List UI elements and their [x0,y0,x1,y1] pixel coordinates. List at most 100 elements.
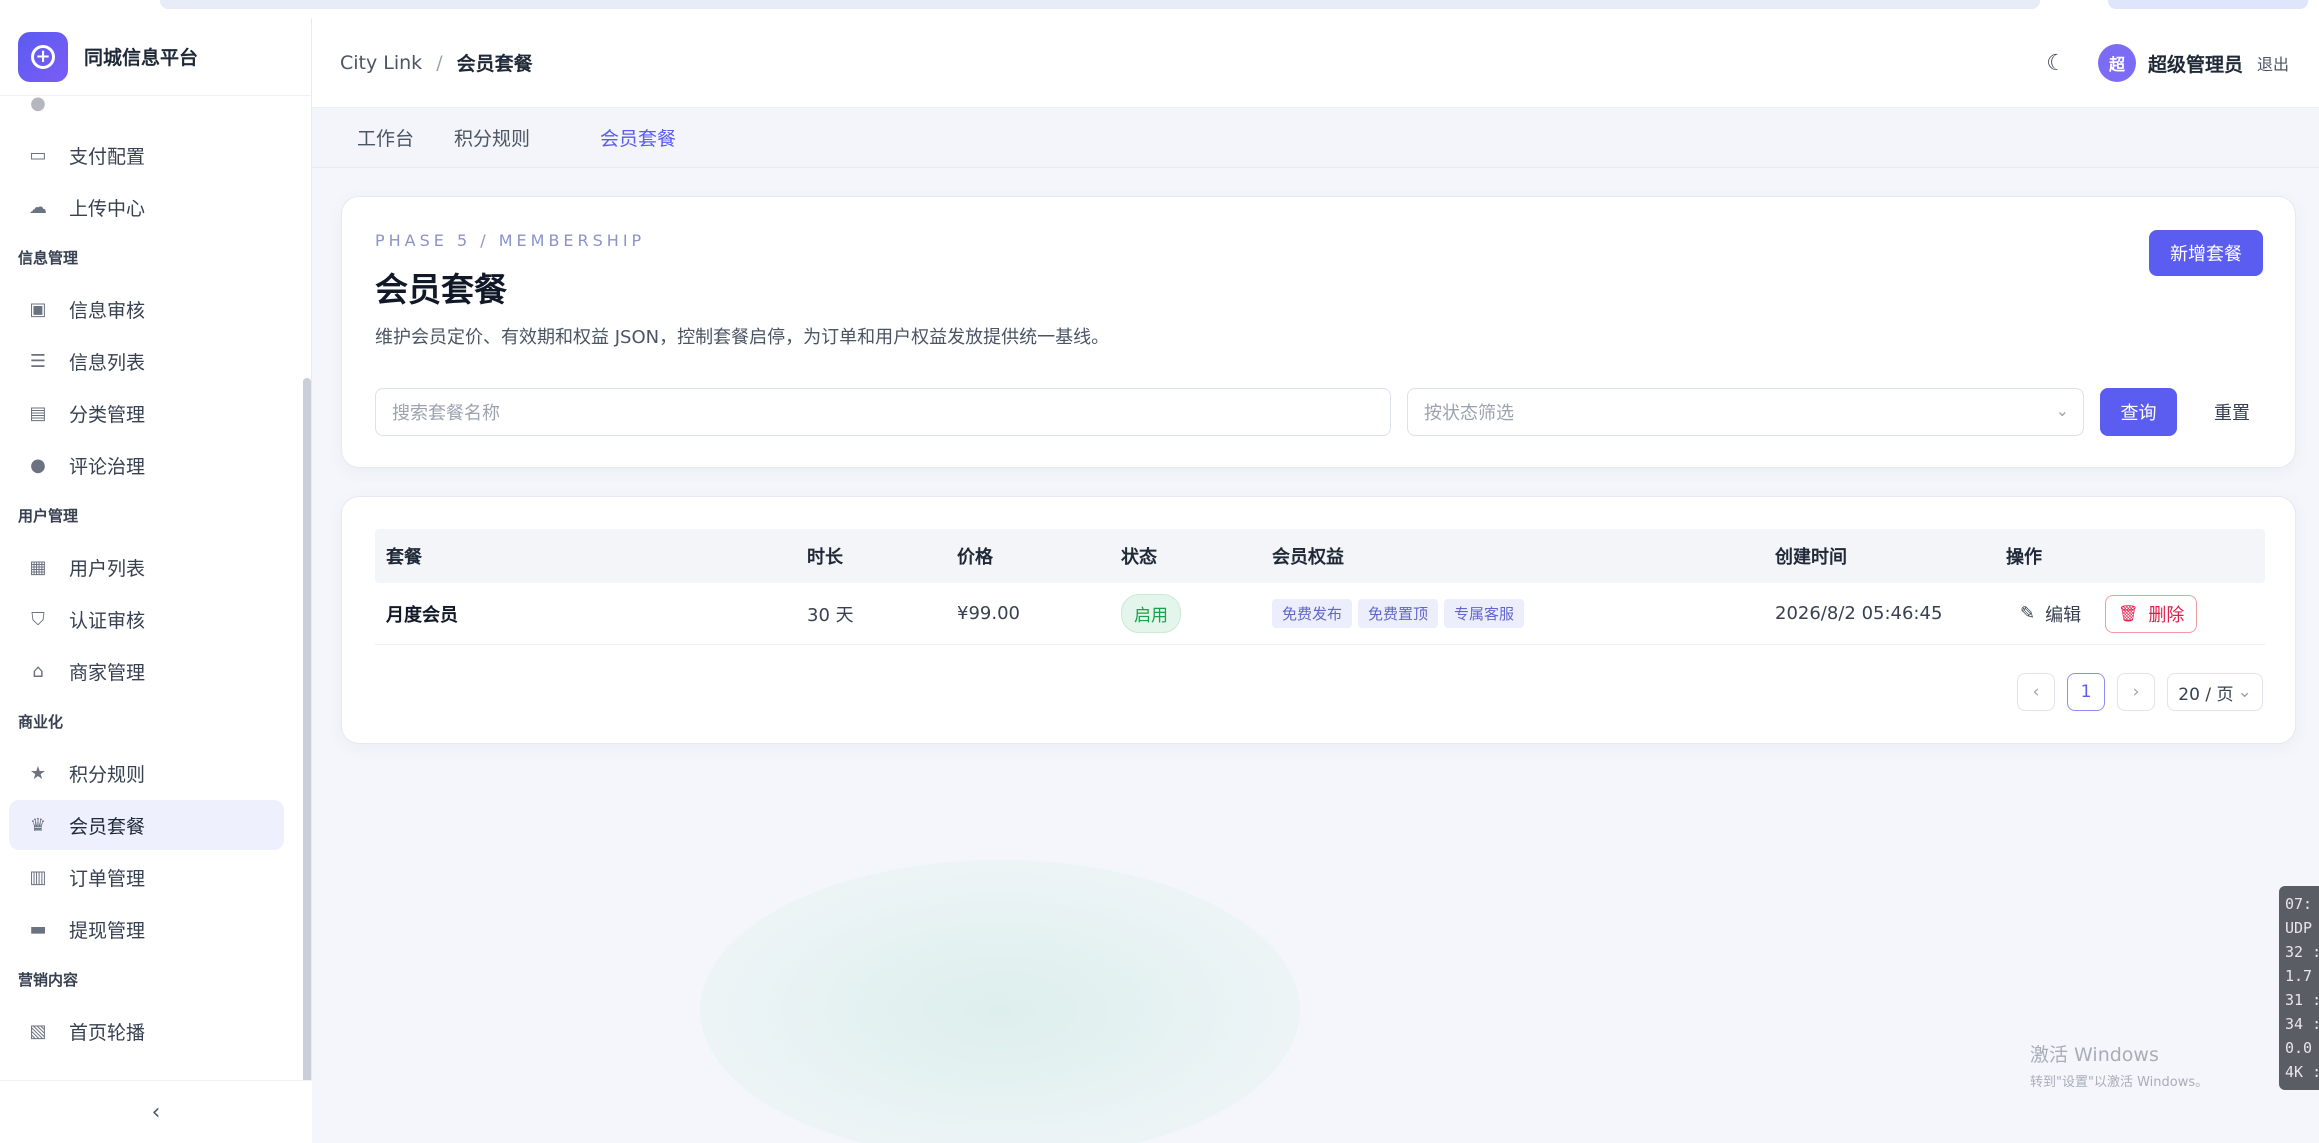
next-page-button[interactable]: › [2117,673,2155,711]
document-icon: ▥ [29,866,47,888]
chat-icon: ● [30,454,46,476]
sidebar-item-user-list[interactable]: ▦ 用户列表 [9,542,284,592]
watermark-line2: 转到"设置"以激活 Windows。 [2030,1075,2209,1090]
overlay-line: 07: [2285,895,2313,913]
sidebar-item-payment-config[interactable]: ▭ 支付配置 [9,130,284,180]
trash-icon: 🗑 [2118,604,2139,623]
add-plan-button[interactable]: 新增套餐 [2149,230,2263,276]
search-placeholder: 搜索套餐名称 [392,403,500,424]
clipboard-icon: ▣ [29,298,47,320]
sidebar-menu: ● ▭ 支付配置 ☁ 上传中心 信息管理 ▣ 信息审核 ☰ 信息列表 ▤ 分类管… [0,96,300,1062]
status-badge: 启用 [1121,594,1181,633]
column-header: 创建时间 [1775,547,1847,568]
chevron-down-icon: ⌄ [2055,401,2069,420]
sidebar-item-label: 用户列表 [69,557,146,580]
logout-button[interactable]: 退出 [2257,51,2289,75]
sidebar-item-merchants[interactable]: ⌂ 商家管理 [9,646,284,696]
top-strip-bar-right [2108,0,2308,9]
brand-title: 同城信息平台 [84,47,199,69]
sidebar-scrollbar[interactable] [303,378,311,1098]
brand: + 同城信息平台 [0,18,311,96]
tab-workbench[interactable]: 工作台 [357,116,414,159]
sidebar-item-partial[interactable]: ● [9,96,284,128]
image-icon: ▧ [29,1020,47,1042]
wallet-icon: ▬ [29,918,47,940]
shield-icon: ⛉ [31,608,45,630]
sidebar-item-label: 积分规则 [69,763,146,786]
sidebar-item-points-rules[interactable]: ★ 积分规则 [9,748,284,798]
chevron-down-icon: ⌄ [2237,682,2252,702]
sidebar-item-label: 分类管理 [69,403,146,426]
sidebar-item-label: 评论治理 [69,455,146,478]
sidebar-item-label: 认证审核 [69,609,146,632]
list-check-icon: ☰ [29,350,47,372]
background-glow [700,860,1300,1143]
card-icon: ▭ [29,144,47,166]
chevron-left-icon: ‹ [151,1099,161,1125]
edit-button[interactable]: ✎ 编辑 [2020,601,2081,627]
query-button[interactable]: 查询 [2100,388,2177,436]
overlay-line: 32 : [2285,943,2319,961]
delete-button[interactable]: 🗑 删除 [2105,594,2198,633]
sidebar-item-label: 提现管理 [69,919,146,942]
table-card: 套餐 时长 价格 状态 会员权益 创建时间 操作 月度会员 30 天 ¥99.0… [341,496,2296,744]
chevron-left-icon: ‹ [2032,682,2040,702]
status-filter-select[interactable]: 按状态筛选 ⌄ [1407,388,2084,436]
top-header: City Link / 会员套餐 ☾ 超 超级管理员 退出 [312,18,2319,108]
page-eyebrow: PHASE 5 / MEMBERSHIP [375,231,646,250]
sidebar-item-info-list[interactable]: ☰ 信息列表 [9,336,284,386]
menu-group-title: 营销内容 [18,971,79,989]
sidebar-item-info-review[interactable]: ▣ 信息审核 [9,284,284,334]
page-size-select[interactable]: 20 / 页 ⌄ [2167,673,2263,711]
moon-icon[interactable]: ☾ [2046,51,2066,76]
prev-page-button[interactable]: ‹ [2017,673,2055,711]
pencil-icon: ✎ [2020,603,2036,624]
delete-label: 删除 [2148,604,2185,626]
sidebar-item-membership[interactable]: ♛ 会员套餐 [9,800,284,850]
page-number-button[interactable]: 1 [2067,673,2105,711]
sidebar-item-category[interactable]: ▤ 分类管理 [9,388,284,438]
table-row: 月度会员 30 天 ¥99.00 启用 免费发布 免费置顶 专属客服 2026/… [375,583,2265,645]
column-header: 套餐 [386,547,422,568]
search-input[interactable]: 搜索套餐名称 [375,388,1391,436]
page-tabs: 工作台 积分规则 会员套餐 [312,108,2319,168]
sidebar-item-label: 首页轮播 [69,1021,146,1044]
breadcrumb-root[interactable]: City Link [340,52,422,74]
overlay-line: 0.0 [2285,1039,2313,1057]
crown-icon: ♛ [29,814,47,836]
windows-activation-watermark: 激活 Windows 转到"设置"以激活 Windows。 [2030,1040,2208,1090]
sidebar-item-label: 信息列表 [69,351,146,374]
browser-top-strip [0,0,2319,18]
watermark-line1: 激活 Windows [2030,1044,2159,1066]
column-header: 状态 [1121,547,1157,568]
menu-group-title: 信息管理 [18,249,79,267]
sidebar-item-verification[interactable]: ⛉ 认证审核 [9,594,284,644]
avatar[interactable]: 超 [2097,44,2136,82]
page-size-label: 20 / 页 [2178,684,2234,705]
reset-button[interactable]: 重置 [2197,388,2267,436]
column-header: 时长 [807,547,843,568]
sidebar-item-upload-center[interactable]: ☁ 上传中心 [9,182,284,232]
overlay-line: 31 : [2285,991,2319,1009]
tab-membership[interactable]: 会员套餐 [600,116,676,159]
sidebar-item-label: 上传中心 [69,197,146,220]
edit-label: 编辑 [2045,604,2082,626]
tab-points-rules[interactable]: 积分规则 [454,116,530,159]
sidebar-item-withdraw[interactable]: ▬ 提现管理 [9,904,284,954]
benefit-tags: 免费发布 免费置顶 专属客服 [1272,599,1775,628]
sidebar-item-banner[interactable]: ▧ 首页轮播 [9,1006,284,1056]
star-icon: ★ [29,762,47,784]
overlay-line: 4K : [2285,1063,2319,1081]
plans-table: 套餐 时长 价格 状态 会员权益 创建时间 操作 月度会员 30 天 ¥99.0… [375,529,2265,645]
id-card-icon: ▦ [29,556,47,578]
sidebar-item-comments[interactable]: ● 评论治理 [9,440,284,490]
menu-group-title: 商业化 [18,713,64,731]
menu-group-title: 用户管理 [18,507,79,525]
collapse-sidebar-button[interactable]: ‹ [0,1080,312,1143]
column-header: 价格 [957,547,993,568]
brand-logo-icon: + [18,31,68,82]
overlay-line: 1.7 [2285,967,2313,985]
created-time: 2026/8/2 05:46:45 [1775,603,1943,624]
top-strip-bar [160,0,2040,9]
sidebar-item-orders[interactable]: ▥ 订单管理 [9,852,284,902]
